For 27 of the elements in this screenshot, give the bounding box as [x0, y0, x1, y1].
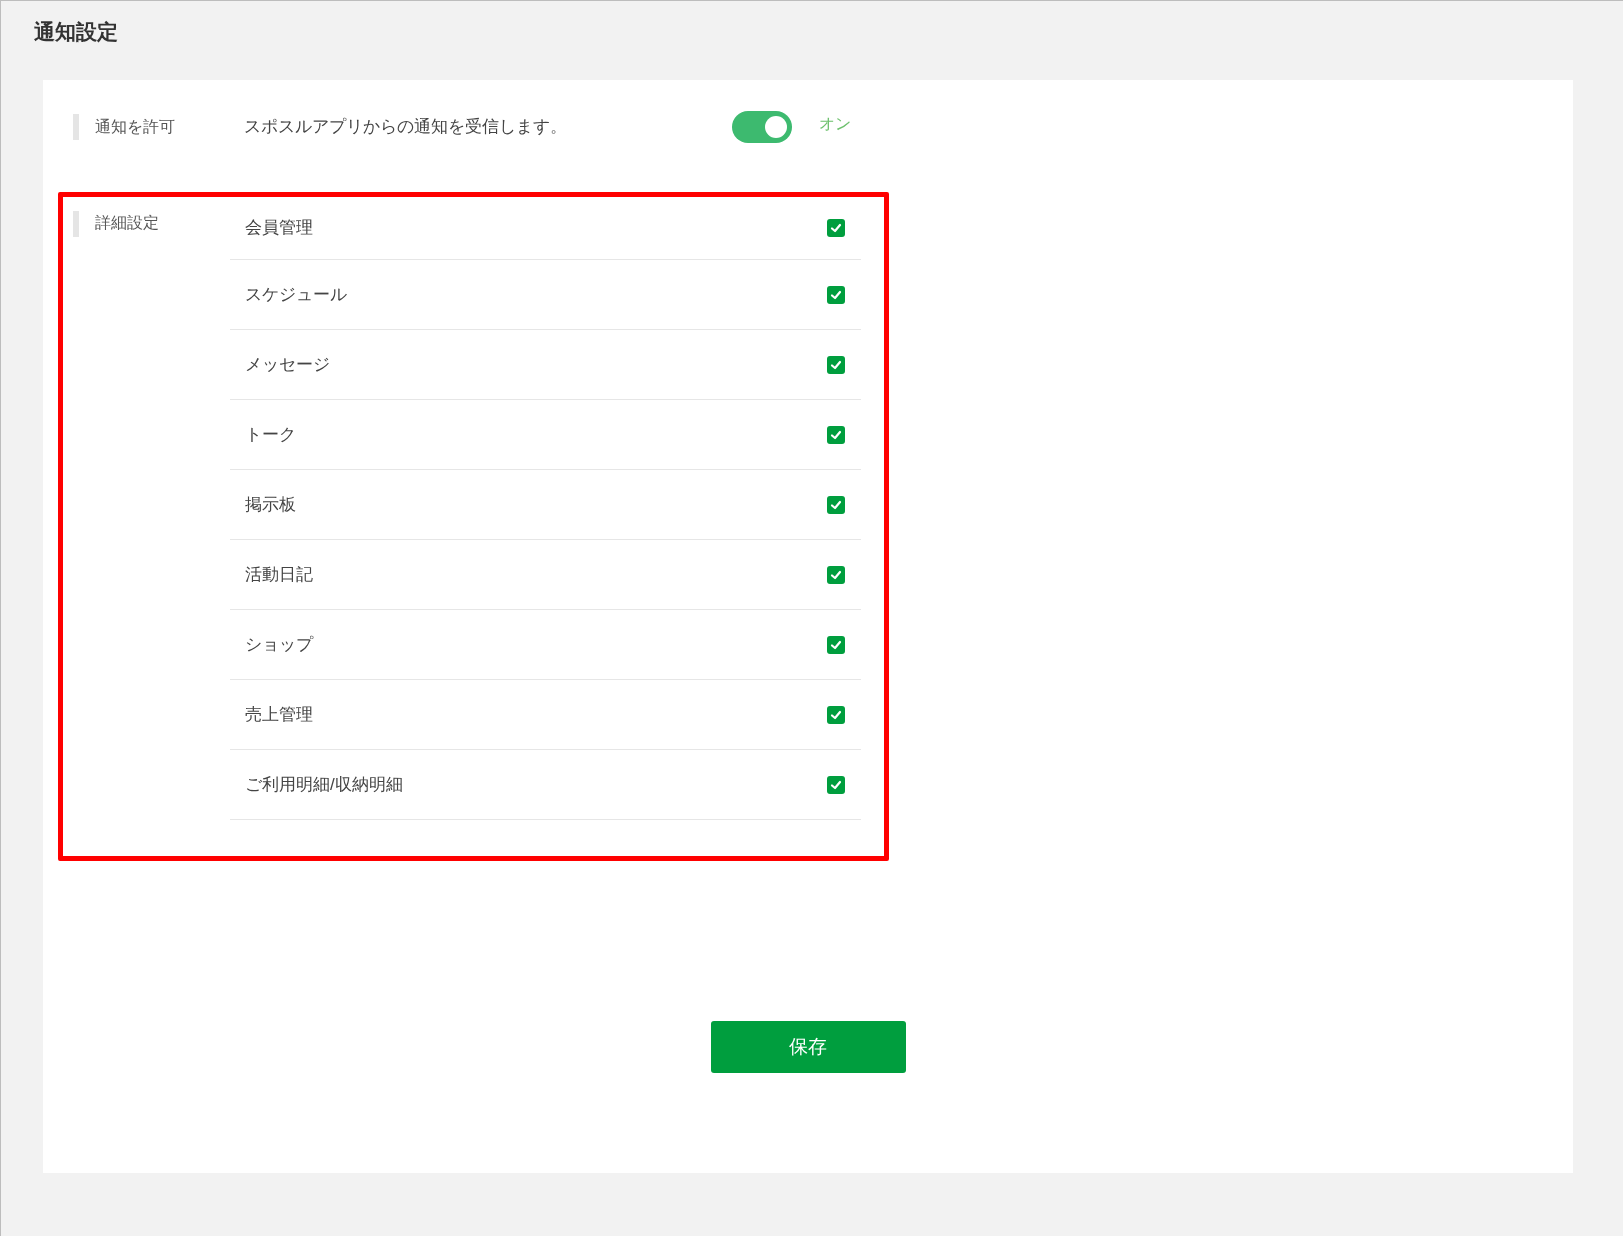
- checkbox[interactable]: [827, 425, 845, 444]
- checkbox[interactable]: [827, 495, 845, 514]
- category-label: ショップ: [245, 633, 313, 656]
- setting-label: 通知を許可: [95, 117, 175, 137]
- category-label: 売上管理: [245, 703, 313, 726]
- page-title: 通知設定: [34, 19, 118, 45]
- label-accent-bar: [73, 211, 79, 237]
- checkbox[interactable]: [827, 285, 845, 304]
- category-label: トーク: [245, 423, 296, 446]
- save-button[interactable]: 保存: [710, 1021, 906, 1073]
- setting-description: スポスルアプリからの通知を受信します。: [244, 116, 568, 139]
- checkbox[interactable]: [827, 635, 845, 654]
- category-label: 会員管理: [245, 217, 313, 240]
- category-label: ご利用明細/収納明細: [245, 773, 403, 796]
- checkbox[interactable]: [827, 219, 845, 237]
- toggle-switch[interactable]: [732, 111, 792, 143]
- category-label: メッセージ: [245, 353, 330, 376]
- category-label: 活動日記: [245, 563, 313, 586]
- label-accent-bar: [73, 114, 79, 140]
- setting-label: 詳細設定: [95, 213, 159, 233]
- category-label: 掲示板: [245, 493, 296, 516]
- checkbox[interactable]: [827, 355, 845, 374]
- checkbox[interactable]: [827, 775, 845, 794]
- category-label: スケジュール: [245, 283, 347, 306]
- checkbox[interactable]: [827, 705, 845, 724]
- toggle-state-label: オン: [819, 114, 851, 134]
- checkbox[interactable]: [827, 565, 845, 584]
